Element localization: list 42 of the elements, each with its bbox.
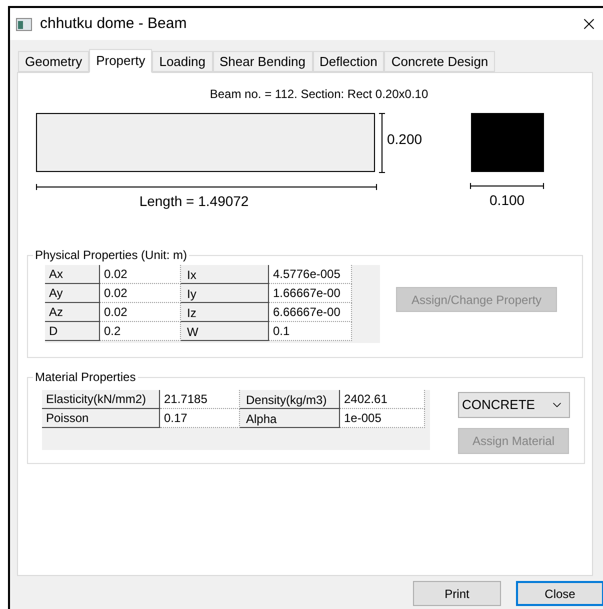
- property-value-cell[interactable]: 0.2: [100, 322, 181, 341]
- tab[interactable]: Deflection: [312, 51, 384, 72]
- property-name-cell: Alpha: [240, 409, 340, 428]
- width-label: 0.100: [490, 191, 525, 210]
- height-dimension-line: [378, 113, 386, 173]
- property-value-cell[interactable]: 1e-005: [340, 409, 425, 428]
- property-value-cell[interactable]: 0.1: [269, 322, 352, 341]
- property-name-cell: Poisson: [42, 409, 160, 428]
- property-name-cell: Iz: [181, 303, 269, 322]
- property-value-cell[interactable]: 4.5776e-005: [269, 265, 352, 284]
- length-label: Length = 1.49072: [139, 192, 249, 211]
- property-name-cell: Density(kg/m3): [240, 390, 340, 409]
- dialog-button[interactable]: Print: [413, 581, 501, 606]
- group-title: Physical Properties (Unit: m): [34, 247, 188, 264]
- tab[interactable]: Loading: [152, 51, 212, 72]
- property-name-cell: Ix: [181, 265, 269, 284]
- dialog-button[interactable]: Close: [516, 581, 603, 606]
- property-name-cell: D: [45, 322, 100, 341]
- property-value-cell[interactable]: 0.02: [100, 303, 181, 322]
- group-title: Material Properties: [34, 369, 137, 386]
- property-value-cell[interactable]: 0.17: [160, 409, 240, 428]
- height-label: 0.200: [387, 130, 422, 149]
- property-name-cell: Ay: [45, 284, 100, 303]
- property-value-cell[interactable]: 1.66667e-00: [269, 284, 352, 303]
- property-name-cell: Elasticity(kN/mm2): [42, 390, 160, 409]
- property-value-cell[interactable]: 0.02: [100, 265, 181, 284]
- property-value-cell[interactable]: 2402.61: [340, 390, 425, 409]
- tab[interactable]: Shear Bending: [212, 51, 313, 72]
- property-value-cell[interactable]: 21.7185: [160, 390, 240, 409]
- tab[interactable]: Concrete Design: [384, 51, 496, 72]
- property-name-cell: Az: [45, 303, 100, 322]
- property-value-cell[interactable]: 0.02: [100, 284, 181, 303]
- property-name-cell: W: [181, 322, 269, 341]
- tab[interactable]: Geometry: [18, 51, 90, 72]
- property-value-cell[interactable]: 6.66667e-00: [269, 303, 352, 322]
- window-icon: [16, 18, 32, 30]
- beam-info-text: Beam no. = 112. Section: Rect 0.20x0.10: [208, 86, 430, 103]
- material-dropdown[interactable]: CONCRETE: [458, 392, 570, 418]
- property-name-cell: Iy: [181, 284, 269, 303]
- tab[interactable]: Property: [89, 49, 152, 73]
- window-title: chhutku dome - Beam: [40, 14, 187, 34]
- property-name-cell: Ax: [45, 265, 100, 284]
